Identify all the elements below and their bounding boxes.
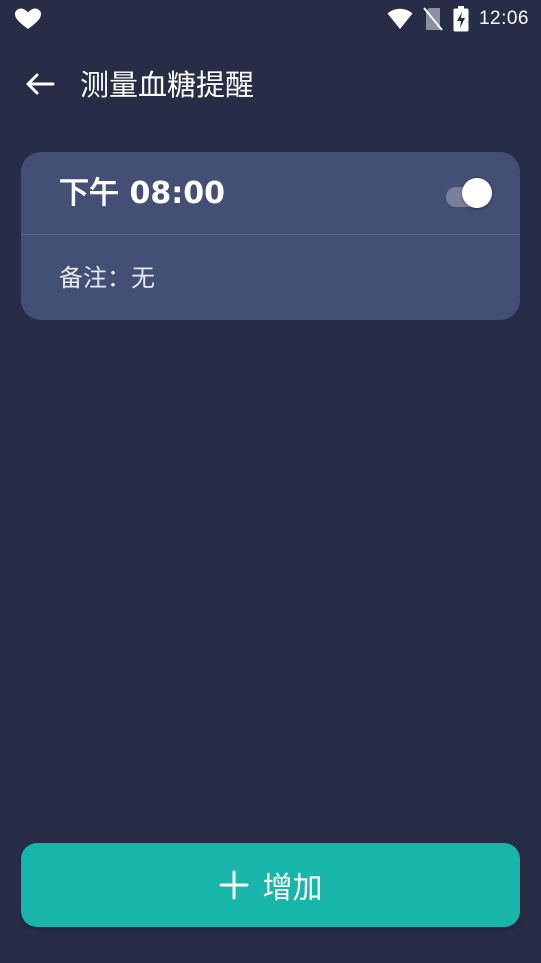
add-button-label: 增加 [262, 871, 323, 906]
back-button[interactable] [20, 64, 60, 104]
arrow-left-icon [26, 73, 55, 95]
toggle-thumb [462, 178, 492, 208]
wifi-icon [387, 8, 413, 30]
status-bar: 12:06 [0, 0, 541, 38]
battery-charging-icon [453, 6, 469, 32]
no-sim-icon [423, 7, 443, 31]
reminder-note: 备注：无 [59, 264, 155, 292]
reminder-time[interactable]: 下午 08:00 [59, 174, 225, 214]
status-time: 12:06 [478, 8, 529, 29]
reminder-card-header: 下午 08:00 [21, 152, 520, 235]
app-heart-icon [15, 8, 41, 29]
toolbar: 测量血糖提醒 [0, 56, 541, 116]
reminder-card[interactable]: 下午 08:00 备注：无 [21, 152, 520, 320]
page-title: 测量血糖提醒 [80, 68, 255, 102]
plus-icon [219, 870, 248, 900]
reminder-toggle[interactable] [444, 178, 492, 208]
add-reminder-button[interactable]: 增加 [21, 843, 520, 927]
